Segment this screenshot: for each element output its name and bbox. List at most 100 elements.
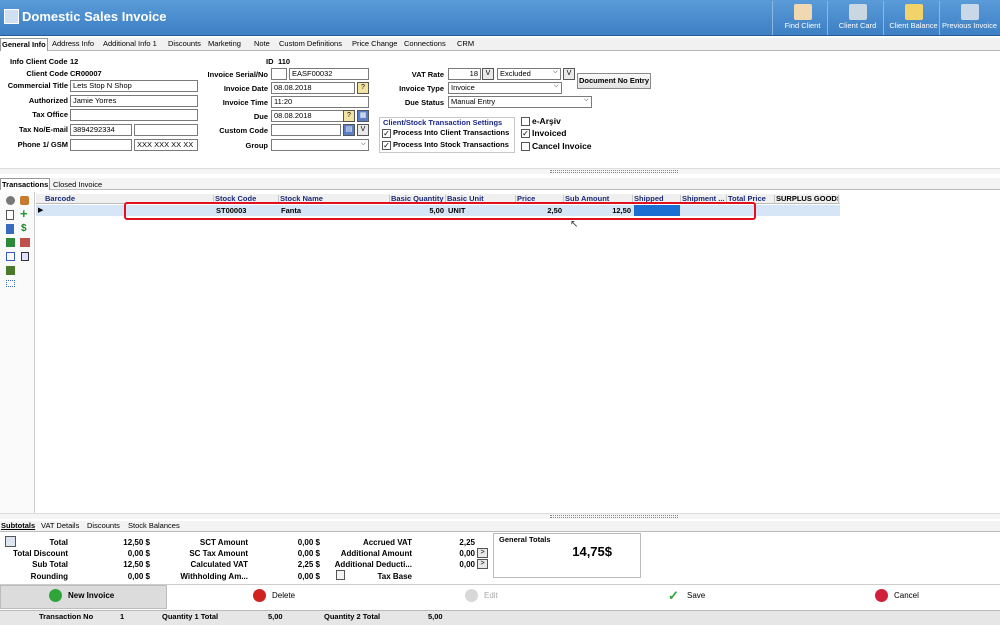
accrued-vat-label: Accrued VAT <box>362 538 412 547</box>
client-card-button[interactable]: Client Card <box>827 1 887 35</box>
save-button[interactable]: ✓ Save <box>668 589 705 603</box>
export-icon[interactable] <box>6 238 15 247</box>
tax-no-label: Tax No/E-mail <box>18 125 68 134</box>
tax-office-input[interactable] <box>70 109 198 121</box>
edit-button[interactable]: Edit <box>465 589 498 603</box>
grid-splitter[interactable] <box>0 513 1000 519</box>
tab-custom-definitions[interactable]: Custom Definitions <box>278 38 343 51</box>
vat-mode-select[interactable]: Excluded <box>497 68 561 80</box>
cell-surplus[interactable] <box>776 205 838 216</box>
vat-rate-v-button[interactable]: V <box>482 68 494 80</box>
process-client-label: Process Into Client Transactions <box>393 128 510 137</box>
total-discount-label: Total Discount <box>13 549 68 558</box>
custom-code-lookup-icon[interactable]: ▤ <box>343 124 355 136</box>
tab-stock-balances[interactable]: Stock Balances <box>128 521 180 531</box>
invoice-serial-input[interactable] <box>271 68 287 80</box>
edit-label: Edit <box>484 591 498 600</box>
tab-vat-details[interactable]: VAT Details <box>41 521 79 531</box>
cancel-label: Cancel <box>894 591 919 600</box>
invoice-time-input[interactable]: 11:20 <box>271 96 369 108</box>
barcode-icon[interactable] <box>6 266 15 275</box>
previous-invoice-icon <box>960 4 979 20</box>
invoice-no-input[interactable]: EASF00032 <box>289 68 369 80</box>
due-status-label: Due Status <box>404 98 444 107</box>
invoice-type-select[interactable]: Invoice <box>448 82 562 94</box>
tab-connections[interactable]: Connections <box>403 38 447 51</box>
group-chevron-down-icon: ⌵ <box>361 141 366 147</box>
calculated-vat-value: 2,25 $ <box>297 560 320 569</box>
quantity-2-total-label: Quantity 2 Total <box>324 612 381 621</box>
tab-address-info[interactable]: Address Info <box>51 38 95 51</box>
client-balance-button[interactable]: Client Balance <box>883 1 943 35</box>
additional-deduction-button[interactable]: > <box>477 559 488 569</box>
settings-gear-icon[interactable] <box>6 196 15 205</box>
form-splitter[interactable] <box>0 168 1000 174</box>
additional-amount-button[interactable]: > <box>477 548 488 558</box>
id-label: ID <box>266 57 274 66</box>
document-list-icon[interactable] <box>6 224 14 234</box>
phone-input[interactable] <box>70 139 132 151</box>
custom-code-dropdown-icon[interactable]: V <box>357 124 369 136</box>
calendar-icon[interactable]: ? <box>357 82 369 94</box>
tab-additional-info[interactable]: Additional Info 1 <box>102 38 158 51</box>
package-icon[interactable] <box>20 196 29 205</box>
highlight-annotation <box>124 202 756 220</box>
group-select[interactable] <box>271 139 369 151</box>
authorized-input[interactable]: Jamie Yorres <box>70 95 198 107</box>
process-client-checkbox[interactable]: ✓ <box>382 129 391 138</box>
currency-icon[interactable]: $ <box>21 223 27 234</box>
tab-discounts[interactable]: Discounts <box>167 38 202 51</box>
tab-price-change[interactable]: Price Change <box>351 38 398 51</box>
add-row-icon[interactable]: + <box>20 207 28 220</box>
find-client-button[interactable]: Find Client <box>772 1 832 35</box>
filter-icon[interactable] <box>6 252 15 261</box>
splitter-handle[interactable] <box>550 170 678 173</box>
invoice-type-chevron-icon: ⌵ <box>554 83 559 89</box>
vat-rate-input[interactable]: 18 <box>448 68 481 80</box>
sort-icon[interactable] <box>20 238 30 247</box>
cancel-invoice-checkbox[interactable] <box>521 142 530 151</box>
withholding-value: 0,00 $ <box>297 572 320 581</box>
due-grid-icon[interactable]: ▦ <box>357 110 369 122</box>
main-tabs: General Info Address Info Additional Inf… <box>0 38 1000 51</box>
previous-invoice-label: Previous Invoice <box>941 21 998 30</box>
commercial-title-input[interactable]: Lets Stop N Shop <box>70 80 198 92</box>
authorized-label: Authorized <box>28 96 68 105</box>
email-input[interactable] <box>134 124 198 136</box>
grid-splitter-handle[interactable] <box>550 515 678 518</box>
cancel-button[interactable]: Cancel <box>875 589 919 603</box>
invoiced-checkbox[interactable]: ✓ <box>521 129 530 138</box>
window-title: Domestic Sales Invoice <box>22 9 167 24</box>
tax-no-input[interactable]: 3894292334 <box>70 124 132 136</box>
phone-label: Phone 1/ GSM <box>17 140 68 149</box>
tab-marketing[interactable]: Marketing <box>207 38 242 51</box>
tab-crm[interactable]: CRM <box>456 38 475 51</box>
invoice-app-icon <box>4 9 19 24</box>
new-document-icon[interactable] <box>6 210 14 220</box>
tab-closed-invoice[interactable]: Closed Invoice <box>53 179 102 190</box>
due-calendar-icon[interactable]: ? <box>343 110 355 122</box>
col-surplus-goods[interactable]: SURPLUS GOODS <box>775 195 839 204</box>
tab-general-info[interactable]: General Info <box>0 38 48 51</box>
due-status-select[interactable]: Manual Entry <box>448 96 592 108</box>
custom-code-input[interactable] <box>271 124 341 136</box>
tab-subtotals[interactable]: Subtotals <box>1 521 35 531</box>
client-balance-label: Client Balance <box>889 21 938 30</box>
move-icon[interactable] <box>6 280 15 287</box>
gsm-input[interactable]: XXX XXX XX XX <box>134 139 198 151</box>
group-label: Group <box>245 141 269 150</box>
vat-mode-v-button[interactable]: V <box>563 68 575 80</box>
tab-note[interactable]: Note <box>253 38 271 51</box>
custom-code-label: Custom Code <box>219 126 268 135</box>
tab-transactions[interactable]: Transactions <box>0 178 51 190</box>
previous-invoice-button[interactable]: Previous Invoice <box>939 1 999 35</box>
calculated-vat-label: Calculated VAT <box>190 560 249 569</box>
delete-button[interactable]: Delete <box>253 589 295 603</box>
invoice-date-input[interactable]: 08.08.2018 <box>271 82 355 94</box>
tab-subtotal-discounts[interactable]: Discounts <box>87 521 120 531</box>
document-no-entry-button[interactable]: Document No Entry <box>577 73 651 89</box>
earsiv-checkbox[interactable] <box>521 117 530 126</box>
calculator-icon[interactable] <box>21 252 29 261</box>
process-stock-checkbox[interactable]: ✓ <box>382 141 391 150</box>
transaction-no-label: Transaction No <box>39 612 94 621</box>
